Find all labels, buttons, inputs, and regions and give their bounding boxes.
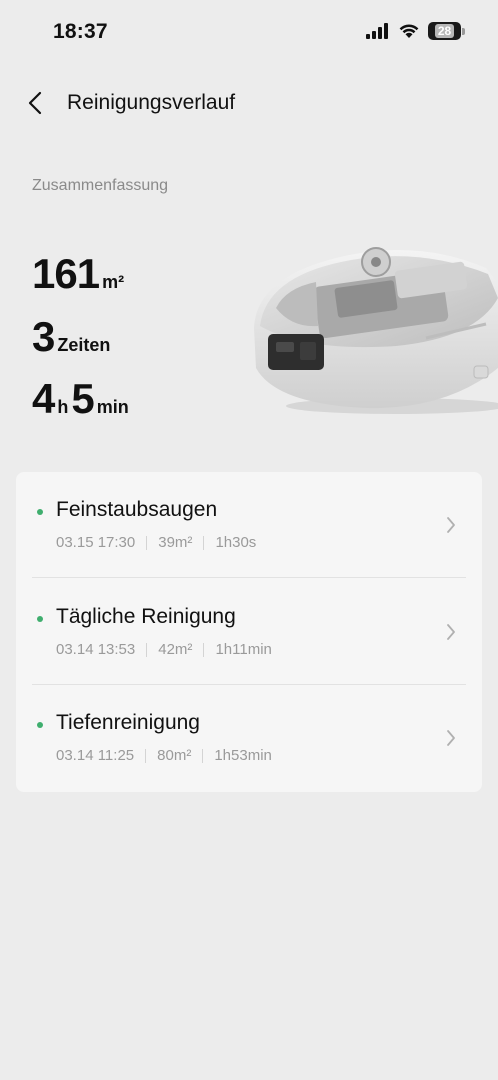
separator xyxy=(146,642,148,657)
status-bar: 18:37 28 xyxy=(0,0,498,66)
minutes-unit: min xyxy=(96,397,129,417)
hours-unit: h xyxy=(57,397,69,417)
history-item-tiefenreinigung[interactable]: Tiefenreinigung 03.14 11:25 80m² 1h53min xyxy=(16,685,482,791)
page-title: Reinigungsverlauf xyxy=(67,91,236,114)
history-list: Feinstaubsaugen 03.15 17:30 39m² 1h30s T… xyxy=(16,472,482,792)
history-item-date: 03.14 11:25 xyxy=(56,747,135,764)
battery-icon: 28 xyxy=(428,22,461,40)
battery-tip xyxy=(462,27,465,35)
status-icons: 28 xyxy=(366,22,465,40)
chevron-right-icon xyxy=(447,624,455,640)
history-item-area: 80m² xyxy=(157,747,192,764)
stat-count: 3 Zeiten xyxy=(32,313,113,361)
stat-time: 4 h 5 min xyxy=(32,375,132,423)
history-item-area: 39m² xyxy=(158,534,193,551)
battery-indicator: 28 xyxy=(428,22,465,40)
status-dot xyxy=(37,616,43,622)
history-item-title: Tiefenreinigung xyxy=(56,711,200,734)
hours-value: 4 xyxy=(32,375,55,422)
status-dot xyxy=(37,509,43,515)
history-item-title: Tägliche Reinigung xyxy=(56,605,236,628)
count-value: 3 xyxy=(32,313,55,360)
history-item-date: 03.14 13:53 xyxy=(56,641,136,658)
status-dot xyxy=(37,722,43,728)
history-item-area: 42m² xyxy=(158,641,193,658)
history-item-title: Feinstaubsaugen xyxy=(56,498,218,521)
chevron-right-icon xyxy=(447,517,455,533)
separator xyxy=(145,748,147,763)
robot-vacuum-image xyxy=(254,247,498,414)
separator xyxy=(146,535,148,550)
history-item-meta: 03.14 11:25 80m² 1h53min xyxy=(56,747,272,764)
cellular-signal-icon xyxy=(366,23,388,39)
area-value: 161 xyxy=(32,250,100,297)
history-item-meta: 03.15 17:30 39m² 1h30s xyxy=(56,534,256,551)
status-time: 18:37 xyxy=(53,20,108,43)
count-unit: Zeiten xyxy=(57,335,111,355)
history-item-feinstaubsaugen[interactable]: Feinstaubsaugen 03.15 17:30 39m² 1h30s xyxy=(16,472,482,578)
history-item-meta: 03.14 13:53 42m² 1h11min xyxy=(56,641,272,658)
divider xyxy=(32,577,466,578)
separator xyxy=(202,748,204,763)
stat-area: 161 m² xyxy=(32,250,127,298)
chevron-right-icon xyxy=(447,730,455,746)
wifi-icon xyxy=(399,24,419,38)
chevron-left-icon xyxy=(28,91,42,115)
history-item-duration: 1h30s xyxy=(215,534,257,551)
history-item-duration: 1h11min xyxy=(215,641,272,658)
back-button[interactable] xyxy=(20,86,50,120)
minutes-value: 5 xyxy=(71,375,94,422)
battery-level: 28 xyxy=(434,24,455,38)
summary-label: Zusammenfassung xyxy=(32,177,169,194)
header: Reinigungsverlauf xyxy=(0,84,498,124)
history-item-date: 03.15 17:30 xyxy=(56,534,136,551)
history-item-taegliche-reinigung[interactable]: Tägliche Reinigung 03.14 13:53 42m² 1h11… xyxy=(16,579,482,685)
separator xyxy=(203,535,205,550)
separator xyxy=(203,642,205,657)
history-item-duration: 1h53min xyxy=(214,747,272,764)
area-unit: m² xyxy=(102,272,125,292)
